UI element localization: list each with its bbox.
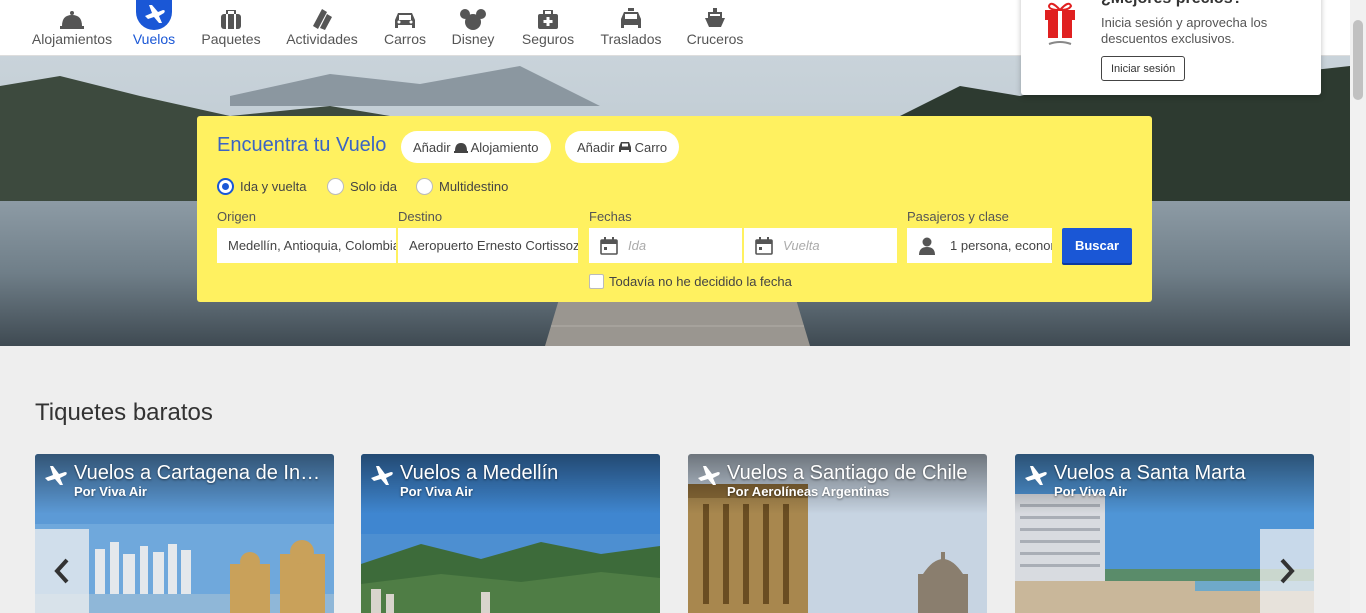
add-car-label: Carro bbox=[634, 139, 668, 155]
card-subtitle: Por Aerolíneas Argentinas bbox=[727, 484, 890, 499]
calendar-icon bbox=[600, 236, 618, 255]
passengers-value: 1 persona, economy bbox=[950, 238, 1052, 253]
plane-icon bbox=[136, 0, 172, 30]
checkbox-box bbox=[589, 274, 604, 289]
plane-icon bbox=[45, 466, 67, 485]
car-icon bbox=[618, 142, 631, 152]
page-scrollbar[interactable] bbox=[1350, 0, 1366, 613]
radio-label: Ida y vuelta bbox=[240, 179, 307, 194]
suitcase-icon bbox=[221, 10, 241, 29]
card-title: Vuelos a Santa Marta bbox=[1054, 462, 1246, 484]
card-subtitle: Por Viva Air bbox=[400, 484, 473, 499]
add-prefix: Añadir bbox=[413, 139, 451, 155]
nav-item-traslados[interactable]: Traslados bbox=[601, 0, 661, 56]
depart-date-input[interactable]: Ida bbox=[589, 228, 742, 263]
passengers-input[interactable]: 1 persona, economy bbox=[907, 228, 1052, 263]
plane-icon bbox=[371, 466, 393, 485]
bell-icon bbox=[453, 143, 468, 153]
search-button[interactable]: Buscar bbox=[1062, 228, 1132, 263]
destination-label: Destino bbox=[398, 209, 443, 224]
plane-icon bbox=[698, 466, 720, 485]
ship-icon bbox=[705, 8, 725, 27]
undecided-date-checkbox[interactable]: Todavía no he decidido la fecha bbox=[589, 274, 792, 289]
scrollbar-thumb[interactable] bbox=[1353, 20, 1363, 100]
nav-label: Carros bbox=[384, 31, 427, 47]
nav-item-vuelos[interactable]: Vuelos bbox=[131, 0, 177, 56]
chevron-left-icon bbox=[54, 558, 69, 584]
nav-item-carros[interactable]: Carros bbox=[384, 0, 426, 56]
return-placeholder: Vuelta bbox=[783, 238, 820, 253]
plane-icon bbox=[1025, 466, 1047, 485]
radio-label: Solo ida bbox=[350, 179, 397, 194]
deal-card-santiago[interactable]: Vuelos a Santiago de Chile Por Aerolínea… bbox=[688, 454, 987, 613]
person-icon bbox=[919, 237, 935, 255]
radio-one-way[interactable]: Solo ida bbox=[327, 178, 397, 195]
calendar-icon bbox=[755, 236, 773, 255]
promo-title: ¿Mejores precios? bbox=[1101, 0, 1242, 8]
login-promo-popup: ¿Mejores precios? Inicia sesión y aprove… bbox=[1021, 0, 1321, 95]
carousel-prev-button[interactable] bbox=[35, 529, 89, 613]
dates-label: Fechas bbox=[589, 209, 632, 224]
card-title: Vuelos a Medellín bbox=[400, 462, 559, 484]
add-prefix: Añadir bbox=[577, 139, 615, 155]
nav-label: Traslados bbox=[600, 31, 662, 47]
search-title: Encuentra tu Vuelo bbox=[217, 134, 387, 156]
mickey-icon bbox=[460, 9, 486, 30]
destination-input[interactable]: Aeropuerto Ernesto Cortissoz bbox=[398, 228, 578, 263]
nav-item-actividades[interactable]: Actividades bbox=[286, 0, 358, 56]
flight-search-panel: Encuentra tu Vuelo Añadir Alojamiento Añ… bbox=[197, 116, 1152, 302]
origin-input[interactable]: Medellín, Antioquia, Colombia bbox=[217, 228, 396, 263]
radio-dot bbox=[217, 178, 234, 195]
taxi-icon bbox=[621, 8, 641, 28]
bell-icon bbox=[60, 11, 84, 29]
nav-item-cruceros[interactable]: Cruceros bbox=[687, 0, 743, 56]
nav-item-paquetes[interactable]: Paquetes bbox=[201, 0, 261, 56]
radio-dot bbox=[416, 178, 433, 195]
nav-label: Seguros bbox=[521, 31, 575, 47]
gift-icon bbox=[1045, 2, 1075, 45]
promo-text: Inicia sesión y aprovecha los descuentos… bbox=[1101, 15, 1268, 46]
nav-label: Alojamientos bbox=[31, 31, 113, 47]
car-icon bbox=[395, 13, 415, 28]
add-car-button[interactable]: Añadir Carro bbox=[565, 131, 680, 163]
add-hotel-button[interactable]: Añadir Alojamiento bbox=[401, 131, 551, 163]
radio-label: Multidestino bbox=[439, 179, 509, 194]
checkbox-label: Todavía no he decidido la fecha bbox=[609, 274, 792, 289]
medkit-icon bbox=[538, 10, 558, 29]
return-date-input[interactable]: Vuelta bbox=[744, 228, 897, 263]
nav-label: Vuelos bbox=[132, 31, 176, 47]
passengers-label: Pasajeros y clase bbox=[907, 209, 1009, 224]
radio-multi-destination[interactable]: Multidestino bbox=[416, 178, 508, 195]
radio-dot bbox=[327, 178, 344, 195]
tickets-icon bbox=[313, 9, 332, 30]
nav-label: Paquetes bbox=[201, 31, 261, 47]
card-title: Vuelos a Santiago de Chile bbox=[727, 462, 968, 484]
nav-item-alojamientos[interactable]: Alojamientos bbox=[31, 0, 113, 56]
login-button[interactable]: Iniciar sesión bbox=[1101, 56, 1186, 81]
radio-round-trip[interactable]: Ida y vuelta bbox=[217, 178, 307, 195]
card-subtitle: Por Viva Air bbox=[74, 484, 147, 499]
nav-label: Actividades bbox=[286, 31, 358, 47]
chevron-right-icon bbox=[1280, 558, 1295, 584]
nav-item-disney[interactable]: Disney bbox=[452, 0, 494, 56]
nav-label: Disney bbox=[451, 31, 495, 47]
nav-item-seguros[interactable]: Seguros bbox=[522, 0, 574, 56]
origin-label: Origen bbox=[217, 209, 257, 224]
card-title: Vuelos a Cartagena de Indias bbox=[74, 462, 326, 484]
depart-placeholder: Ida bbox=[628, 238, 647, 253]
nav-label: Cruceros bbox=[686, 31, 744, 47]
deal-card-medellin[interactable]: Vuelos a Medellín Por Viva Air bbox=[361, 454, 660, 613]
card-subtitle: Por Viva Air bbox=[1054, 484, 1127, 499]
add-hotel-label: Alojamiento bbox=[470, 139, 539, 155]
deals-section-title: Tiquetes baratos bbox=[35, 399, 213, 426]
carousel-next-button[interactable] bbox=[1260, 529, 1314, 613]
